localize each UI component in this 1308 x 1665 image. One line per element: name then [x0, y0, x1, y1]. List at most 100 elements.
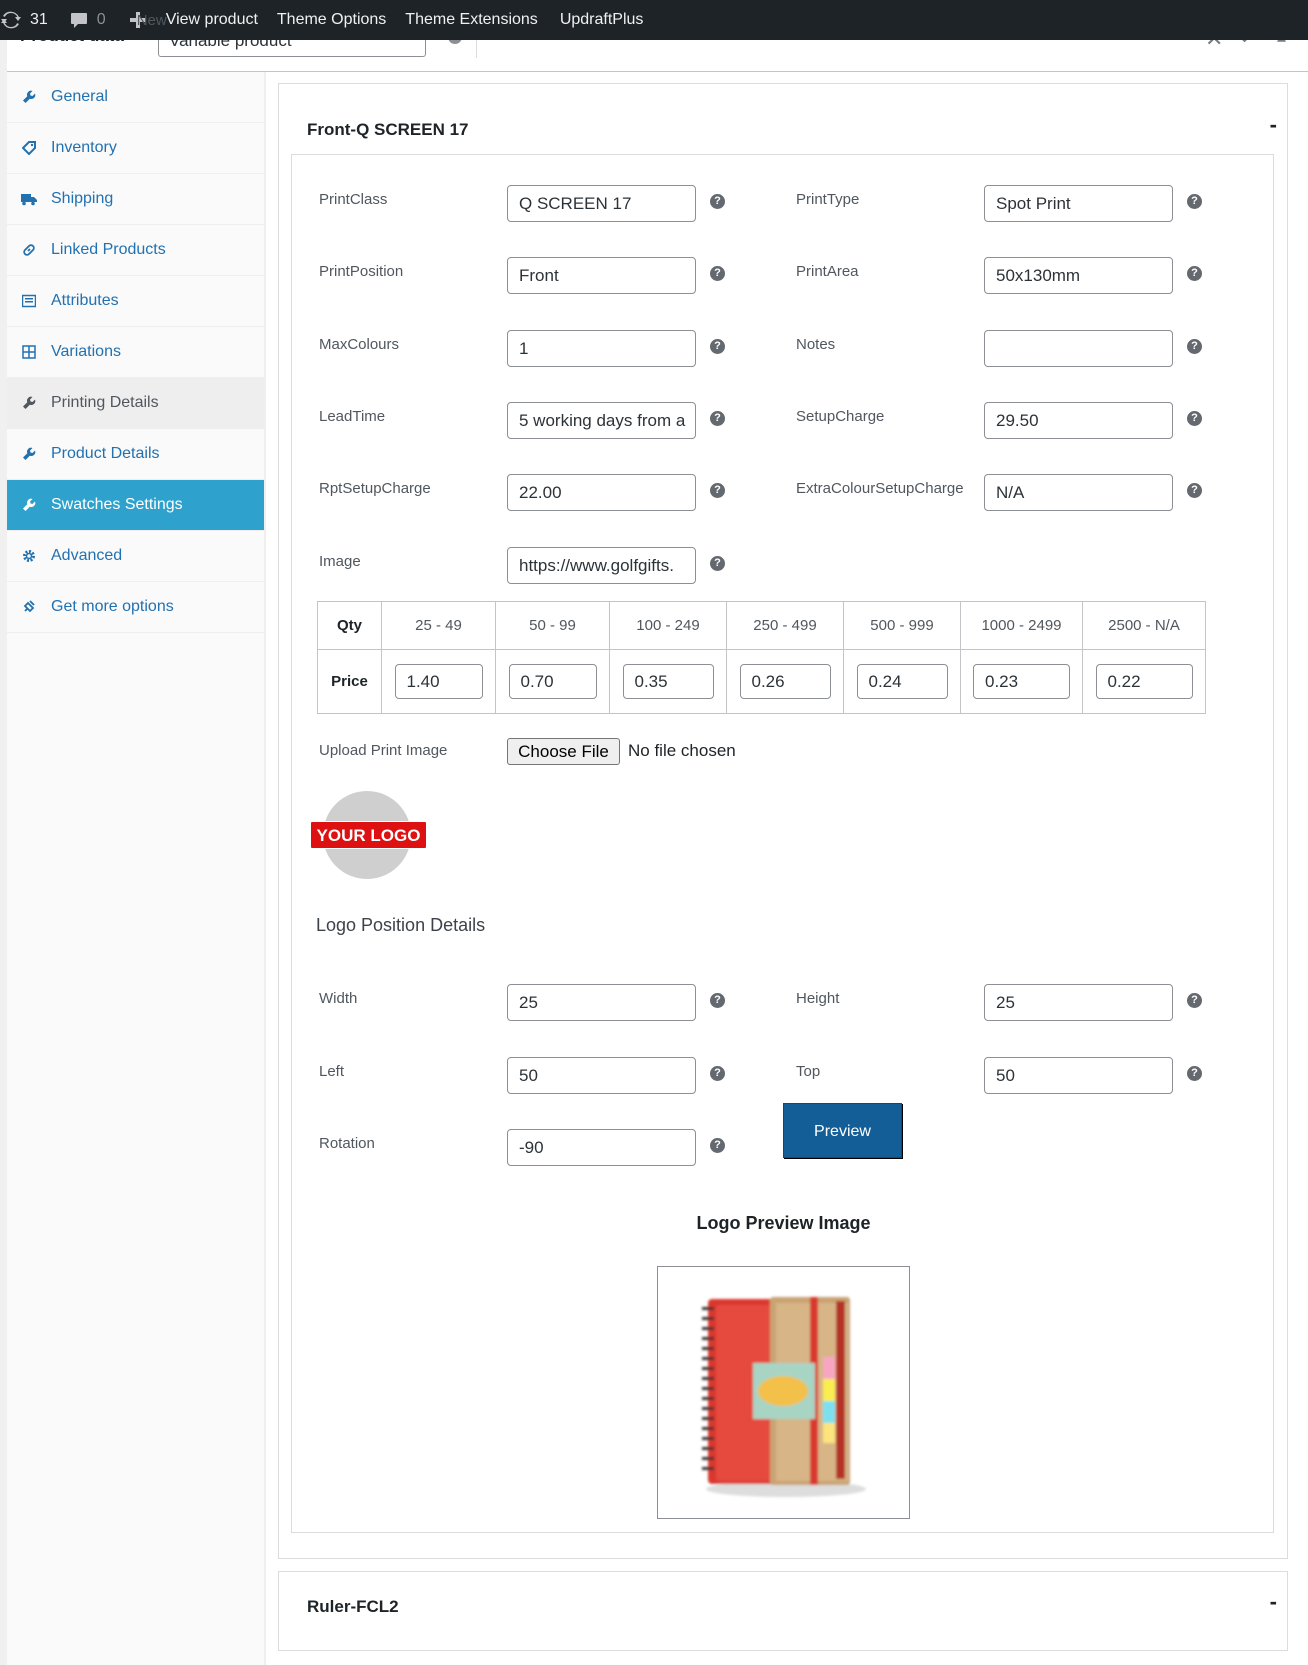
tab-attributes[interactable]: Attributes [7, 276, 264, 327]
comments-link[interactable]: 0 [69, 10, 106, 30]
collapse-toggle[interactable]: - [1270, 1589, 1277, 1615]
qty-range: 25 - 49 [381, 601, 496, 650]
wrench-icon [21, 497, 37, 513]
link-icon [21, 242, 37, 258]
help-icon: ? [710, 483, 725, 498]
notebook-preview-illustration [702, 1297, 866, 1497]
logo-preview-title: Logo Preview Image [696, 1213, 871, 1233]
updates-count: 31 [30, 11, 48, 28]
notes-input[interactable] [984, 330, 1173, 367]
qty-range: 250 - 499 [726, 601, 844, 650]
tab-label: Product Details [51, 445, 160, 462]
tab-label: General [51, 88, 108, 105]
lead-time-label: LeadTime [319, 408, 386, 425]
qty-range: 500 - 999 [843, 601, 961, 650]
lead-time-input[interactable]: 5 working days from a [507, 402, 696, 439]
price-input[interactable]: 0.70 [508, 664, 597, 699]
tab-general[interactable]: General [7, 72, 264, 123]
tab-inventory[interactable]: Inventory [7, 123, 264, 174]
print-position-input[interactable]: Front [507, 257, 696, 294]
price-input[interactable]: 0.24 [856, 664, 948, 699]
tab-get-more-options[interactable]: Get more options [7, 582, 264, 633]
print-position-label: PrintPosition [319, 263, 404, 280]
tab-linked-products[interactable]: Linked Products [7, 225, 264, 276]
help-icon: ? [1187, 1066, 1202, 1081]
price-table: Qty 25 - 49 50 - 99 100 - 249 250 - 499 … [317, 601, 1206, 714]
left-input[interactable]: 50 [507, 1057, 696, 1094]
rpt-setup-charge-label: RptSetupCharge [319, 480, 431, 497]
ruler-fcl2-box: Ruler-FCL2 - [278, 1571, 1288, 1651]
tab-shipping[interactable]: Shipping [7, 174, 264, 225]
print-class-label: PrintClass [319, 191, 388, 208]
rotation-input[interactable]: -90 [507, 1129, 696, 1166]
top-input[interactable]: 50 [984, 1057, 1173, 1094]
price-input[interactable]: 1.40 [394, 664, 483, 699]
help-icon: ? [1187, 993, 1202, 1008]
qty-row: Qty 25 - 49 50 - 99 100 - 249 250 - 499 … [317, 601, 1206, 650]
theme-extensions-link[interactable]: Theme Extensions [405, 11, 538, 29]
print-box-title[interactable]: Front-Q SCREEN 17 [307, 120, 469, 140]
price-header: Price [317, 649, 382, 714]
print-area-input[interactable]: 50x130mm [984, 257, 1173, 294]
max-colours-label: MaxColours [319, 336, 400, 353]
height-input[interactable]: 25 [984, 984, 1173, 1021]
help-icon: ? [1187, 266, 1202, 281]
tab-label: Shipping [51, 190, 114, 207]
comments-count: 0 [96, 11, 106, 28]
new-label: New [136, 11, 167, 29]
help-icon: ? [710, 266, 725, 281]
tab-label: Get more options [51, 598, 174, 615]
updates-link[interactable]: 31 [0, 10, 48, 30]
price-input[interactable]: 0.23 [973, 664, 1070, 699]
tab-label: Attributes [51, 292, 119, 309]
print-type-label: PrintType [796, 191, 860, 208]
tab-advanced[interactable]: Advanced [7, 531, 264, 582]
width-label: Width [319, 990, 358, 1007]
qty-range: 100 - 249 [609, 601, 727, 650]
choose-file-button[interactable]: Choose File [507, 738, 620, 765]
logo-position-heading: Logo Position Details [316, 915, 486, 935]
help-icon: ? [1187, 339, 1202, 354]
extra-colour-setup-charge-input[interactable]: N/A [984, 474, 1173, 511]
print-class-input[interactable]: Q SCREEN 17 [507, 185, 696, 222]
help-icon: ? [710, 339, 725, 354]
tab-swatches-settings[interactable]: Swatches Settings [7, 480, 264, 531]
qty-range: 2500 - N/A [1082, 601, 1206, 650]
tab-product-details[interactable]: Product Details [7, 429, 264, 480]
price-input[interactable]: 0.35 [622, 664, 714, 699]
price-input[interactable]: 0.22 [1095, 664, 1193, 699]
view-product-link[interactable]: View product [166, 11, 258, 29]
logo-text: YOUR LOGO [310, 821, 427, 849]
top-label: Top [796, 1063, 821, 1080]
wrench-icon [21, 395, 37, 411]
tab-printing-details[interactable]: Printing Details [7, 378, 264, 429]
image-url-input[interactable]: https://www.golfgifts. [507, 547, 696, 584]
extra-colour-setup-charge-label: ExtraColourSetupCharge [796, 480, 964, 497]
qty-header: Qty [317, 601, 382, 650]
max-colours-input[interactable]: 1 [507, 330, 696, 367]
help-icon: ? [710, 411, 725, 426]
image-label: Image [319, 553, 361, 570]
tab-panel: Front-Q SCREEN 17 - PrintClass Q SCREEN … [266, 72, 1308, 1665]
refresh-icon [0, 10, 22, 30]
new-content-link[interactable]: New [129, 11, 167, 29]
tab-label: Linked Products [51, 241, 166, 258]
tab-label: Printing Details [51, 394, 159, 411]
tab-variations[interactable]: Variations [7, 327, 264, 378]
help-icon: ? [710, 993, 725, 1008]
grid-icon [21, 344, 37, 360]
price-input[interactable]: 0.26 [739, 664, 831, 699]
help-icon: ? [1187, 483, 1202, 498]
plugin-icon [21, 599, 37, 615]
upload-print-image-label: Upload Print Image [319, 742, 448, 759]
rpt-setup-charge-input[interactable]: 22.00 [507, 474, 696, 511]
updraftplus-link[interactable]: UpdraftPlus [560, 11, 644, 29]
product-data-tabs: General Inventory Shipping Linked Produc… [7, 72, 265, 1665]
preview-button[interactable]: Preview [783, 1103, 902, 1158]
collapse-toggle[interactable]: - [1270, 112, 1277, 138]
ruler-box-title[interactable]: Ruler-FCL2 [307, 1597, 399, 1617]
setup-charge-input[interactable]: 29.50 [984, 402, 1173, 439]
print-type-input[interactable]: Spot Print [984, 185, 1173, 222]
width-input[interactable]: 25 [507, 984, 696, 1021]
theme-options-link[interactable]: Theme Options [277, 11, 386, 29]
